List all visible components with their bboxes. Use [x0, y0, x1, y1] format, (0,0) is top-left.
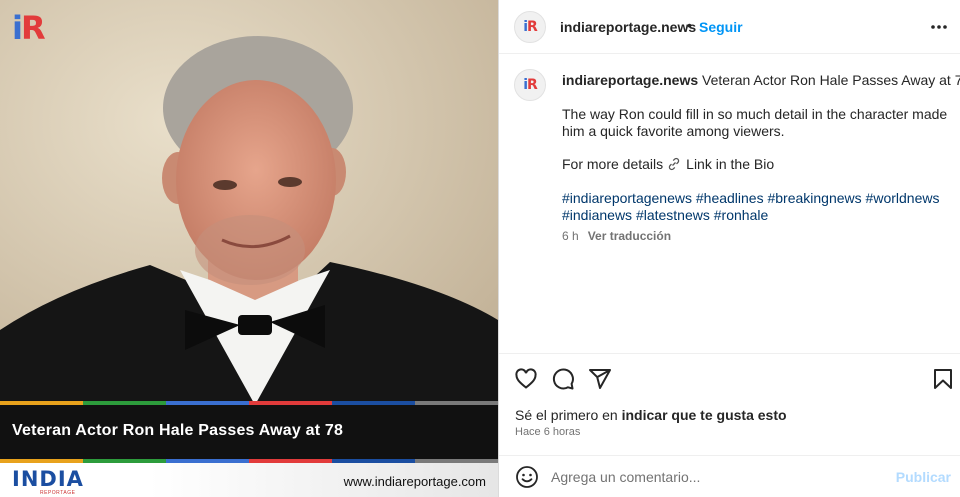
footer-url: www.indiareportage.com [343, 474, 486, 489]
media-footer: INDIA REPORTAGE www.indiareportage.com [0, 463, 498, 497]
follow-button[interactable]: Seguir [699, 19, 743, 35]
header-username[interactable]: indiareportage.news [560, 19, 696, 35]
comment-input[interactable] [551, 464, 891, 490]
caption-details: For more details Link in the Bio [562, 156, 774, 173]
link-icon [669, 157, 680, 171]
actions-divider [499, 353, 960, 354]
post-header: iR indiareportage.news • Seguir [499, 0, 960, 54]
banner-title: Veteran Actor Ron Hale Passes Away at 78 [12, 422, 344, 439]
headline-banner: Veteran Actor Ron Hale Passes Away at 78 [0, 405, 498, 459]
caption-username[interactable]: indiareportage.news [562, 72, 698, 88]
caption-meta: 6 h Ver traducción [562, 229, 671, 243]
comment-icon[interactable] [551, 367, 575, 391]
likes-prefix: Sé el primero en [515, 407, 622, 423]
translate-button[interactable]: Ver traducción [588, 229, 671, 243]
caption-body-line2: him a quick favorite among viewers. [562, 123, 785, 139]
india-reportage-logo-sub: REPORTAGE [40, 490, 76, 496]
bookmark-icon[interactable] [931, 367, 955, 391]
details-suffix: Link in the Bio [686, 156, 775, 172]
emoji-icon[interactable] [515, 465, 539, 489]
india-reportage-logo: INDIA [12, 467, 84, 491]
caption-heading: indiareportage.news Veteran Actor Ron Ha… [562, 72, 960, 89]
caption-avatar[interactable]: iR [514, 69, 546, 101]
avatar[interactable]: iR [514, 11, 546, 43]
post-panel: iR indiareportage.news • Seguir iR india… [498, 0, 960, 497]
post-comment-button[interactable]: Publicar [896, 469, 951, 485]
hashtags-line2[interactable]: #indianews #latestnews #ronhale [562, 207, 768, 224]
header-separator: • [687, 17, 692, 33]
caption-body-line1: The way Ron could fill in so much detail… [562, 106, 948, 122]
details-prefix: For more details [562, 156, 664, 172]
like-link[interactable]: indicar que te gusta esto [622, 407, 787, 423]
share-icon[interactable] [588, 367, 612, 391]
post-photo [0, 0, 498, 405]
caption-age: 6 h [562, 229, 579, 243]
hashtags-line1[interactable]: #indiareportagenews #headlines #breaking… [562, 190, 939, 207]
caption-title: Veteran Actor Ron Hale Passes Away at 78 [702, 72, 960, 88]
heart-icon[interactable] [514, 367, 538, 391]
likes-text: Sé el primero en indicar que te gusta es… [515, 407, 787, 423]
comment-bar: Publicar [499, 455, 960, 497]
post-media[interactable]: iR Veteran Actor Ron Hale Passes Away at… [0, 0, 498, 497]
ir-logo: iR [12, 9, 46, 47]
post-timestamp: Hace 6 horas [515, 426, 581, 438]
more-horizontal-icon[interactable] [929, 17, 949, 37]
